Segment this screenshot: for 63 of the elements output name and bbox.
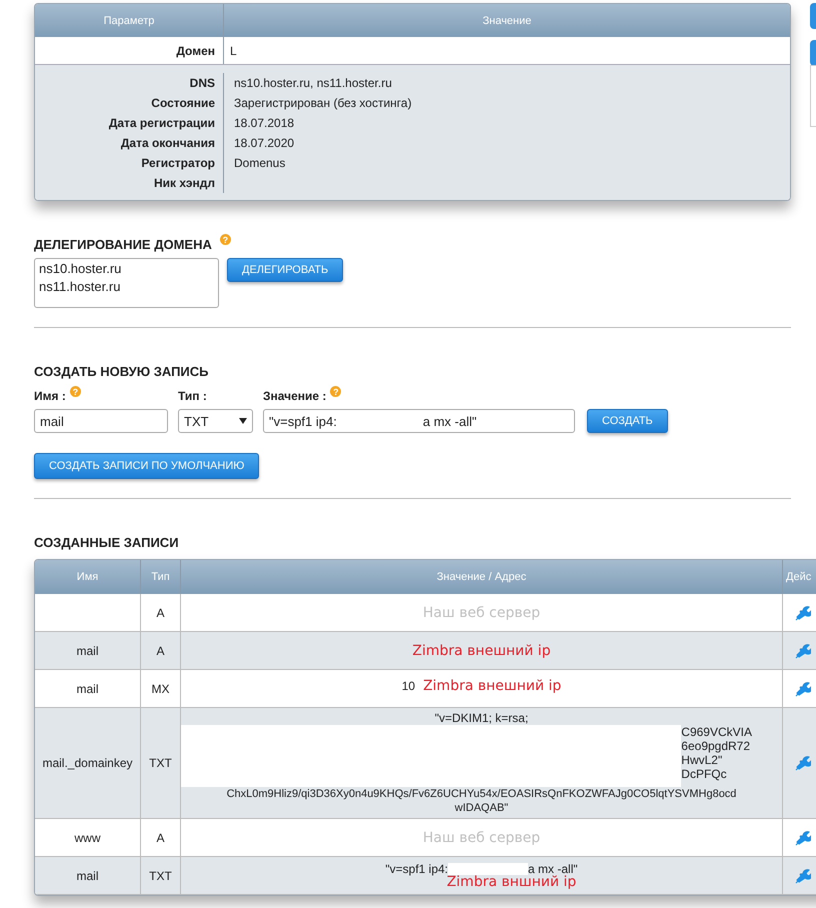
- value-field[interactable]: "v=spf1 ip4: a mx -all": [263, 409, 575, 433]
- table-cell: C969VCkVIA: [681, 725, 752, 739]
- wrench-icon[interactable]: [795, 680, 811, 696]
- field-label: Дата окончания: [120, 135, 216, 152]
- table-cell: wIDAQAB": [454, 801, 508, 815]
- table-cell: TXT: [149, 756, 172, 770]
- table-cell: A: [156, 644, 164, 658]
- table-cell: A: [156, 830, 164, 844]
- wrench-icon[interactable]: [795, 755, 811, 771]
- help-icon[interactable]: ?: [70, 386, 81, 397]
- type-dropdown[interactable]: TXT: [178, 409, 253, 433]
- wrench-icon[interactable]: [795, 642, 811, 658]
- table-cell: 6eo9pgdR72: [681, 739, 750, 753]
- annotation-text: Наш веб сервер: [422, 604, 540, 620]
- caret-icon: [239, 418, 247, 424]
- field-label: Ник хэндл: [152, 175, 216, 192]
- table-cell: ChxL0m9Hliz9/qi3D36Xy0n4u9KHQs/Fv6Z6UCHYu54x/EOASIRsQnFKOZWFAJg0CO5lqtYSVMHg8ocd: [226, 787, 736, 801]
- field-value: ns10.hoster.ru, ns11.hoster.ru: [233, 75, 393, 92]
- annotation-text: Наш веб сервер: [422, 830, 540, 846]
- name-field[interactable]: mail: [34, 409, 168, 433]
- field-value: Зарегистрирован (без хостинга): [233, 95, 413, 112]
- field-label: Тип :: [178, 389, 207, 403]
- field-label: Регистратор: [140, 155, 216, 172]
- section-title: ДЕЛЕГИРОВАНИЕ ДОМЕНА: [34, 237, 212, 252]
- help-icon[interactable]: ?: [330, 386, 342, 397]
- wrench-icon[interactable]: [795, 830, 811, 846]
- annotation-text: Zimbra вншний ip: [446, 874, 576, 890]
- create-button[interactable]: СОЗДАТЬ: [587, 409, 668, 433]
- table-cell: mail._domainkey: [42, 756, 133, 770]
- table-cell: HwvL2": [681, 753, 722, 767]
- field-label: Значение :: [263, 389, 326, 403]
- annotation-text: Zimbra внешний ip: [412, 642, 551, 658]
- column-header: Дейс: [785, 570, 812, 585]
- field-label: Дата регистрации: [108, 115, 216, 132]
- table-cell: DcPFQc: [681, 767, 727, 781]
- field-value: L: [230, 44, 237, 58]
- nameservers-field[interactable]: ns10.hoster.ru ns11.hoster.ru: [34, 258, 219, 308]
- table-cell: 10: [402, 678, 416, 692]
- column-header: Значение: [482, 14, 532, 28]
- field-value: 18.07.2018: [233, 115, 296, 132]
- create-defaults-button[interactable]: СОЗДАТЬ ЗАПИСИ ПО УМОЛЧАНИЮ: [34, 453, 260, 479]
- help-icon[interactable]: ?: [220, 234, 231, 245]
- table-cell: mail: [76, 868, 98, 882]
- annotation-text: Zimbra внешний ip: [423, 678, 562, 694]
- table-cell: TXT: [149, 868, 172, 882]
- table-cell: mail: [76, 644, 98, 658]
- table-cell: A: [156, 606, 164, 620]
- section-title: СОЗДАННЫЕ ЗАПИСИ: [34, 535, 179, 550]
- table-cell: www: [74, 830, 100, 844]
- delegate-button[interactable]: ДЕЛЕГИРОВАТЬ: [227, 258, 344, 282]
- table-cell: "v=spf1 ip4: a mx -all": [385, 862, 578, 876]
- field-label: Домен: [176, 44, 215, 58]
- table-cell: mail: [76, 682, 98, 696]
- field-label: Имя :: [34, 389, 66, 403]
- table-cell: "v=DKIM1; k=rsa;: [434, 711, 528, 725]
- table-cell: MX: [152, 682, 170, 696]
- field-value: Domenus: [233, 155, 286, 172]
- wrench-icon[interactable]: [795, 604, 811, 620]
- field-label: DNS: [188, 75, 216, 92]
- section-title: СОЗДАТЬ НОВУЮ ЗАПИСЬ: [34, 364, 208, 379]
- field-value: 18.07.2020: [233, 135, 296, 152]
- field-label: Состояние: [150, 95, 216, 112]
- wrench-icon[interactable]: [795, 868, 811, 884]
